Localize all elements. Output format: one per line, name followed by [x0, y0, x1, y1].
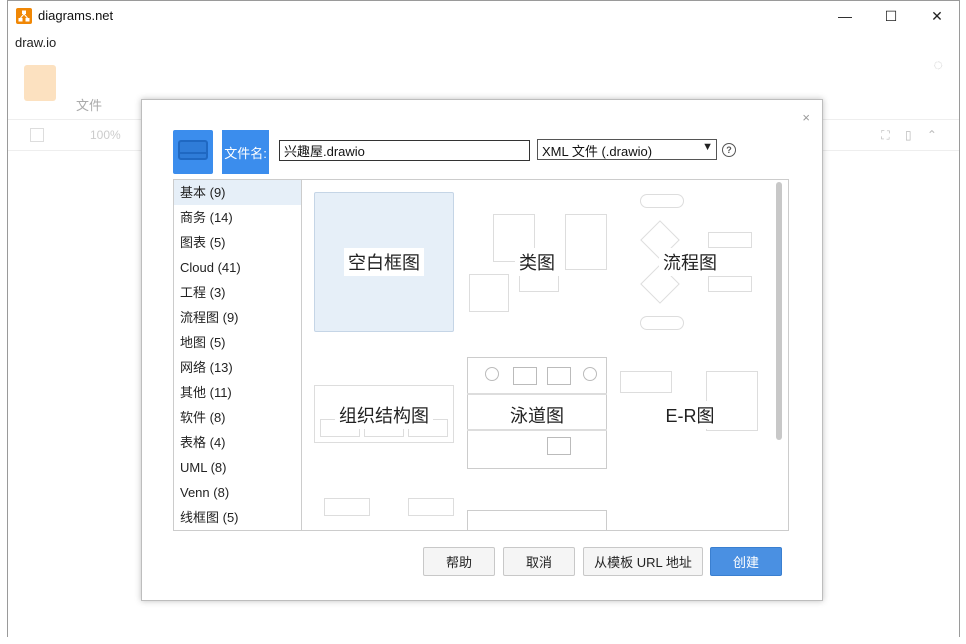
window-title: diagrams.net [38, 8, 114, 23]
category-item[interactable]: Cloud (41) [174, 255, 301, 280]
template-partial[interactable] [314, 498, 454, 530]
app-logo [24, 65, 56, 101]
category-item[interactable]: 软件 (8) [174, 405, 301, 430]
template-label: 流程图 [659, 248, 721, 276]
category-item[interactable]: Venn (8) [174, 480, 301, 505]
template-label: 组织结构图 [335, 401, 433, 429]
filename-input[interactable] [279, 140, 530, 161]
category-item[interactable]: 网络 (13) [174, 355, 301, 380]
template-flowchart[interactable]: 流程图 [620, 192, 760, 332]
template-scrollbar[interactable] [776, 182, 782, 440]
minimize-button[interactable]: — [822, 1, 868, 31]
dialog-close-icon[interactable]: × [802, 110, 810, 125]
category-item[interactable]: 表格 (4) [174, 430, 301, 455]
category-item[interactable]: 线框图 (5) [174, 505, 301, 530]
create-button[interactable]: 创建 [710, 547, 782, 576]
template-blank[interactable]: 空白框图 [314, 192, 454, 332]
template-org-chart[interactable]: 组织结构图 [314, 345, 454, 485]
category-item[interactable]: 图表 (5) [174, 230, 301, 255]
filename-label: 文件名: [222, 130, 269, 174]
page-view-icon[interactable] [30, 128, 44, 142]
maximize-button[interactable]: ☐ [868, 1, 914, 31]
cancel-button[interactable]: 取消 [503, 547, 575, 576]
template-er-diagram[interactable]: E-R图 [620, 345, 760, 485]
template-label: 空白框图 [344, 248, 424, 276]
category-item[interactable]: 基本 (9) [174, 180, 301, 205]
storage-device-icon [173, 130, 213, 174]
file-menu[interactable]: 文件 [76, 95, 102, 114]
category-item[interactable]: 流程图 (9) [174, 305, 301, 330]
help-icon[interactable]: ? [722, 143, 736, 157]
drawio-logo-icon [16, 8, 32, 24]
category-item[interactable]: 地图 (5) [174, 330, 301, 355]
template-partial[interactable] [467, 498, 607, 530]
category-item[interactable]: 商务 (14) [174, 205, 301, 230]
zoom-level[interactable]: 100% [90, 128, 121, 142]
template-label: 泳道图 [506, 401, 568, 429]
title-bar: diagrams.net — ☐ ✕ [8, 1, 959, 31]
template-label: E-R图 [661, 401, 719, 429]
category-item[interactable]: 其他 (11) [174, 380, 301, 405]
format-select-value: XML 文件 (.drawio) [542, 144, 653, 159]
template-gallery: 空白框图 类图 流程图 组织结构图 泳道图 E-R图 [302, 179, 789, 531]
template-class-diagram[interactable]: 类图 [467, 192, 607, 332]
category-item[interactable]: UML (8) [174, 455, 301, 480]
template-label: 类图 [515, 248, 559, 276]
template-swimlane[interactable]: 泳道图 [467, 345, 607, 485]
new-diagram-dialog: × 文件名: XML 文件 (.drawio) ▼ ? 基本 (9)商务 (14… [141, 99, 823, 601]
chevron-down-icon: ▼ [702, 141, 713, 153]
from-template-url-button[interactable]: 从模板 URL 地址 [583, 547, 703, 576]
format-select[interactable]: XML 文件 (.drawio) ▼ [537, 139, 717, 160]
category-item[interactable]: 工程 (3) [174, 280, 301, 305]
toolbar-right-icons[interactable]: ⛶ ▯ ⌃ [881, 128, 943, 143]
close-window-button[interactable]: ✕ [914, 1, 960, 31]
help-button[interactable]: 帮助 [423, 547, 495, 576]
category-list: 基本 (9) 商务 (14) 图表 (5) Cloud (41) 工程 (3) 流程图 (… [173, 179, 302, 531]
globe-icon[interactable]: ◌ [933, 57, 943, 75]
app-name-label: draw.io [15, 35, 57, 50]
